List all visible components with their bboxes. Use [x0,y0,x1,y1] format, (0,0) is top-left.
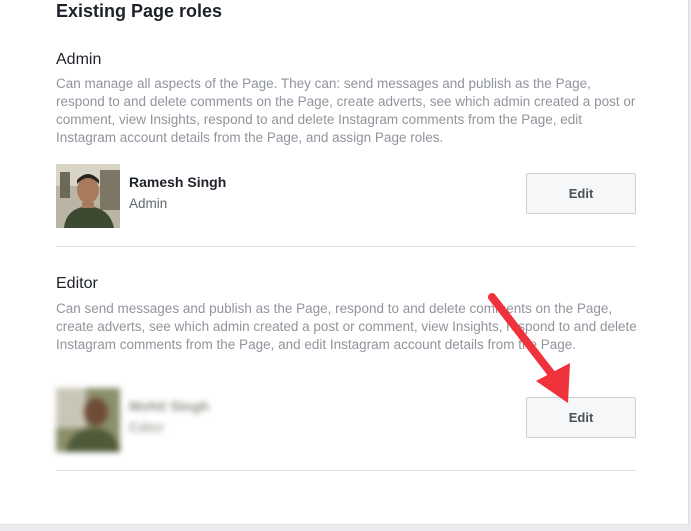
admin-user-role: Admin [129,196,168,211]
admin-section-description: Can manage all aspects of the Page. They… [56,76,636,145]
admin-section-title: Admin [56,51,102,68]
editor-section-description: Can send messages and publish as the Pag… [56,301,637,352]
editor-edit-button[interactable]: Edit [526,397,636,438]
editor-user-name[interactable]: Mohit Singh [129,398,209,414]
admin-avatar[interactable] [56,164,120,228]
admin-user-name[interactable]: Ramesh Singh [129,174,226,190]
admin-edit-button[interactable]: Edit [526,173,636,214]
section-divider [56,470,636,471]
editor-avatar[interactable] [56,388,120,452]
editor-user-role: Editor [129,420,165,435]
editor-section-title: Editor [56,275,98,292]
page-roles-card: Existing Page roles Admin Can manage all… [0,0,689,525]
section-divider [56,246,636,247]
page-title: Existing Page roles [56,1,223,21]
